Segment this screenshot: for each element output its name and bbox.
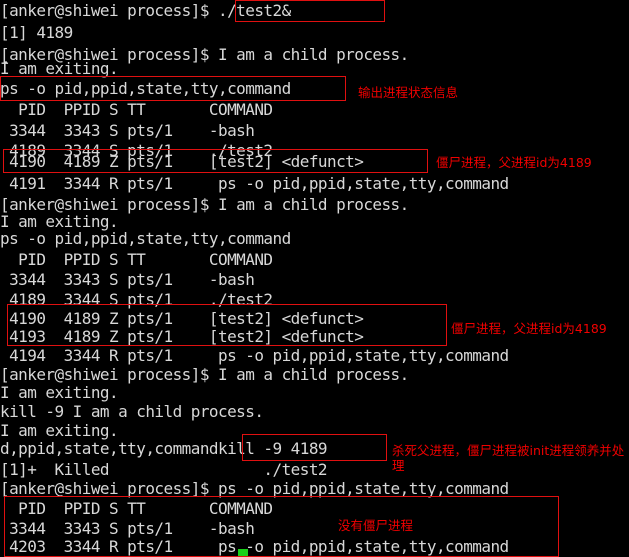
terminal-line: ps -o pid,ppid,state,tty,command (0, 79, 291, 98)
terminal-line: [anker@shiwei process]$ ./test2& (0, 1, 291, 20)
terminal-line: 4190 4189 Z pts/1 [test2] <defunct> (0, 152, 364, 171)
terminal-line: 4203 3344 R pts/1 ps -o pid,ppid,state,t… (0, 537, 509, 556)
terminal-cursor (238, 549, 248, 556)
annotation-zombie-parent-1: 僵尸进程，父进程id为4189 (436, 155, 592, 170)
terminal-line: 4191 3344 R pts/1 ps -o pid,ppid,state,t… (0, 174, 509, 193)
annotation-zombie-parent-2: 僵尸进程，父进程id为4189 (451, 321, 607, 336)
terminal-line: d,ppid,state,tty,commandkill -9 4189 (0, 439, 328, 458)
annotation-no-zombie: 没有僵尸进程 (338, 518, 414, 533)
annotation-kill-parent: 杀死父进程，僵尸进程被init进程领养并处理 (392, 443, 625, 473)
annotation-ps-output: 输出进程状态信息 (358, 85, 459, 100)
terminal-line: ps -o pid,ppid,state,tty,command (0, 229, 291, 248)
terminal-window[interactable]: [anker@shiwei process]$ ./test2& [1] 418… (0, 0, 629, 557)
terminal-line: PID PPID S TT COMMAND (0, 100, 273, 119)
terminal-line: [1] 4189 (0, 23, 73, 42)
